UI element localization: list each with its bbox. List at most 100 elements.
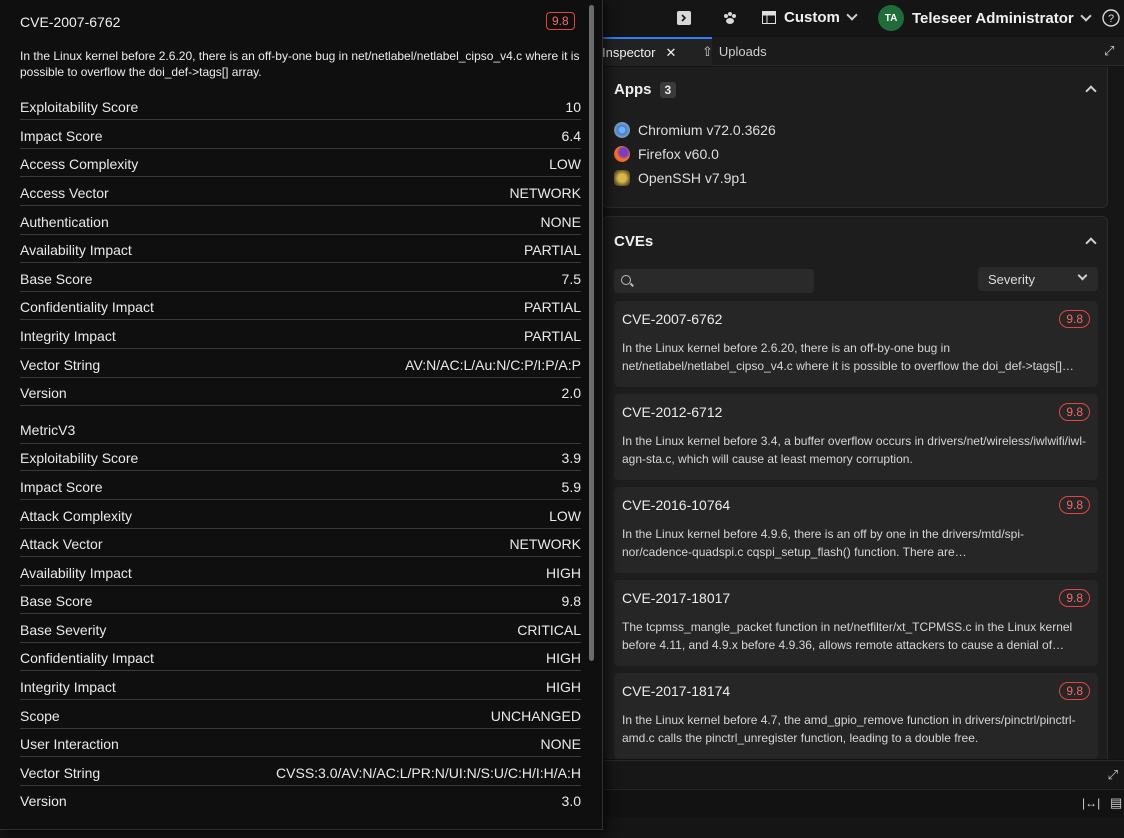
metric-value: CRITICAL (517, 622, 581, 638)
metric-value: 2.0 (561, 385, 581, 401)
metric-row: Authentication NONE (20, 207, 581, 235)
layout-select[interactable]: Custom (762, 5, 858, 29)
file-icon[interactable]: ▤ (1110, 795, 1122, 811)
user-name: Teleseer Administrator (912, 9, 1074, 27)
severity-sort-select[interactable]: Severity (978, 267, 1098, 291)
cve-id: CVE-2012-6712 (622, 404, 723, 420)
cve-list-item[interactable]: CVE-2017-18017 9.8 The tcpmss_mangle_pac… (614, 580, 1098, 666)
metric-key: Access Complexity (20, 156, 139, 172)
metric-row: Version 3.0 (20, 786, 581, 814)
paw-icon[interactable] (720, 8, 740, 28)
close-icon[interactable]: ✕ (665, 45, 676, 61)
tab-inspector[interactable]: Inspector ✕ (596, 37, 712, 66)
expand-icon[interactable]: ⤢ (1104, 43, 1120, 59)
metric-row: Base Score 9.8 (20, 586, 581, 614)
apps-title: Apps (614, 81, 652, 98)
metric-row: Confidentiality Impact PARTIAL (20, 292, 581, 320)
chevron-up-icon[interactable] (1085, 85, 1097, 97)
metric-key: Base Score (20, 593, 93, 609)
severity-badge: 9.8 (1059, 682, 1090, 700)
app-item-openssh[interactable]: OpenSSH v7.9p1 (614, 170, 747, 186)
metric-key: Scope (20, 708, 60, 724)
metric-row: Exploitability Score 10 (20, 92, 581, 120)
cves-title: CVEs (614, 233, 654, 250)
metric-key: Attack Vector (20, 536, 103, 552)
metric-value: NETWORK (509, 536, 581, 552)
cve-description: In the Linux kernel before 4.7, the amd_… (622, 713, 1076, 745)
metric-value: NETWORK (509, 185, 581, 201)
metric-row: Vector String CVSS:3.0/AV:N/AC:L/PR:N/UI:… (20, 758, 581, 786)
tab-uploads[interactable]: ⇧ Uploads (700, 37, 767, 66)
cve-id: CVE-2017-18017 (622, 590, 731, 606)
metric-row: Confidentiality Impact HIGH (20, 643, 581, 671)
metric-value: HIGH (546, 565, 581, 581)
cve-description: The tcpmss_mangle_packet function in net… (622, 620, 1073, 652)
svg-text:?: ? (1108, 13, 1114, 25)
expand-icon[interactable]: ⤢ (1108, 767, 1118, 783)
openssh-icon (614, 170, 630, 186)
terminal-icon[interactable] (674, 8, 694, 28)
cves-header[interactable]: CVEs (614, 233, 653, 250)
chevron-up-icon[interactable] (1085, 237, 1097, 249)
tooltip-title: CVE-2007-6762 (20, 14, 121, 30)
cve-search-input[interactable] (614, 269, 814, 293)
metric-key: Base Severity (20, 622, 107, 638)
chevron-down-icon (1080, 10, 1092, 22)
metric-row: Availability Impact HIGH (20, 558, 581, 586)
cve-id: CVE-2007-6762 (622, 311, 723, 327)
metric-key: Base Score (20, 271, 93, 287)
metric-key: Confidentiality Impact (20, 650, 154, 666)
metric-value: UNCHANGED (490, 708, 581, 724)
metric-value: NONE (540, 736, 581, 752)
cve-list-item[interactable]: CVE-2007-6762 9.8 In the Linux kernel be… (614, 301, 1098, 387)
metric-row: Scope UNCHANGED (20, 701, 581, 729)
tab-label: Uploads (718, 44, 767, 59)
metric-row: Impact Score 5.9 (20, 472, 581, 500)
chromium-icon (614, 122, 630, 138)
search-icon (621, 275, 631, 285)
tab-label: Inspector (602, 45, 656, 60)
metric-key: Availability Impact (20, 565, 132, 581)
metric-value: 5.9 (561, 479, 581, 495)
fit-width-icon[interactable]: |↔| (1082, 796, 1100, 810)
metric-key: User Interaction (20, 736, 119, 752)
cves-card: CVEs Severity CVE-2007-6762 9.8 In the L… (602, 216, 1108, 759)
metric-key: Integrity Impact (20, 679, 116, 695)
chevron-down-icon (1077, 270, 1088, 281)
cve-description: In the Linux kernel before 3.4, a buffer… (622, 434, 1086, 466)
help-icon[interactable]: ? (1101, 8, 1121, 28)
apps-card: Apps 3 Chromium v72.0.3626 Firefox v60.0… (602, 67, 1108, 208)
user-menu[interactable]: TA Teleseer Administrator (878, 4, 1092, 32)
firefox-icon (614, 146, 630, 162)
metric-row: User Interaction NONE (20, 729, 581, 757)
metric-value: CVSS:3.0/AV:N/AC:L/PR:N/UI:N/S:U/C:H/I:H… (276, 765, 581, 781)
panel-tabs: Inspector ✕ ⇧ Uploads ⤢ (596, 37, 1124, 66)
metric-value: AV:N/AC:L/Au:N/C:P/I:P/A:P (405, 357, 581, 373)
cve-list-item[interactable]: CVE-2017-18174 9.8 In the Linux kernel b… (614, 673, 1098, 759)
metric-value: HIGH (546, 650, 581, 666)
metric-value: 10 (565, 99, 581, 115)
tooltip-scrollbar[interactable] (589, 5, 594, 661)
severity-badge: 9.8 (1059, 403, 1090, 421)
cve-list-item[interactable]: CVE-2016-10764 9.8 In the Linux kernel b… (614, 487, 1098, 573)
app-label: Firefox v60.0 (638, 146, 719, 162)
metric-row: Impact Score 6.4 (20, 121, 581, 149)
layout-label: Custom (784, 8, 840, 26)
inspector-panel: Apps 3 Chromium v72.0.3626 Firefox v60.0… (596, 67, 1124, 759)
metric-value: PARTIAL (523, 328, 581, 344)
cve-list-item[interactable]: CVE-2012-6712 9.8 In the Linux kernel be… (614, 394, 1098, 480)
metric-row: Availability Impact PARTIAL (20, 235, 581, 263)
metric-key: Version (20, 793, 67, 809)
metric-row: Attack Complexity LOW (20, 501, 581, 529)
chevron-down-icon (846, 9, 858, 21)
metric-key: Availability Impact (20, 242, 132, 258)
avatar: TA (878, 5, 904, 31)
metric-row: Integrity Impact PARTIAL (20, 321, 581, 349)
apps-header[interactable]: Apps 3 (614, 81, 677, 98)
section-divider (20, 415, 581, 444)
metric-value: LOW (549, 156, 581, 172)
metric-value: HIGH (546, 679, 581, 695)
cve-detail-tooltip: CVE-2007-6762 9.8 In the Linux kernel be… (0, 0, 603, 830)
app-item-firefox[interactable]: Firefox v60.0 (614, 146, 719, 162)
app-item-chromium[interactable]: Chromium v72.0.3626 (614, 122, 776, 138)
